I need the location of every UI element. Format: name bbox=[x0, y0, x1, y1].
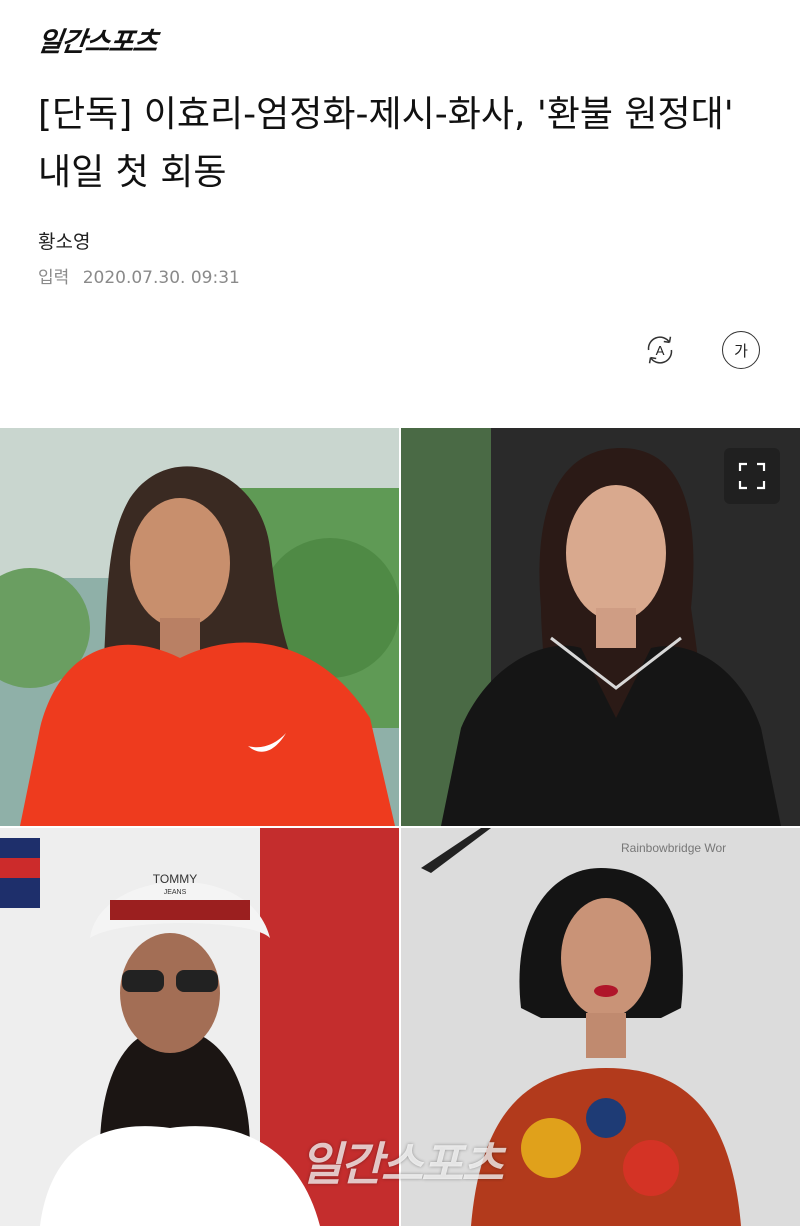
cap-logo-subtext: JEANS bbox=[164, 889, 187, 896]
article-headline: [단독] 이효리-엄정화-제시-화사, '환불 원정대' 내일 첫 회동 bbox=[38, 94, 734, 193]
photo-top-right bbox=[401, 428, 800, 826]
date-label: 입력 bbox=[38, 268, 70, 288]
expand-view-button[interactable] bbox=[724, 448, 780, 504]
font-size-label: 가 bbox=[734, 341, 748, 360]
photo-watermark: 일간스포츠 bbox=[300, 1137, 504, 1191]
photo-grid: TOMMY JEANS Rainbowbridge Wor 일간스포츠 bbox=[0, 428, 800, 1226]
date-value: 2020.07.30. 09:31 bbox=[82, 268, 240, 288]
cap-logo-text: TOMMY bbox=[153, 872, 197, 886]
auto-label: A bbox=[656, 343, 665, 358]
font-size-button[interactable]: 가 bbox=[722, 331, 760, 369]
background-text: Rainbowbridge Wor bbox=[621, 841, 726, 855]
expand-icon bbox=[738, 462, 766, 490]
photo-top-left bbox=[0, 428, 399, 826]
dateline: 입력 2020.07.30. 09:31 bbox=[38, 263, 240, 288]
logo[interactable]: 일간스포츠 bbox=[35, 20, 160, 59]
auto-translate-button[interactable]: A bbox=[641, 331, 679, 369]
author-name[interactable]: 황소영 bbox=[38, 227, 90, 254]
auto-cycle-icon: A bbox=[647, 336, 673, 364]
